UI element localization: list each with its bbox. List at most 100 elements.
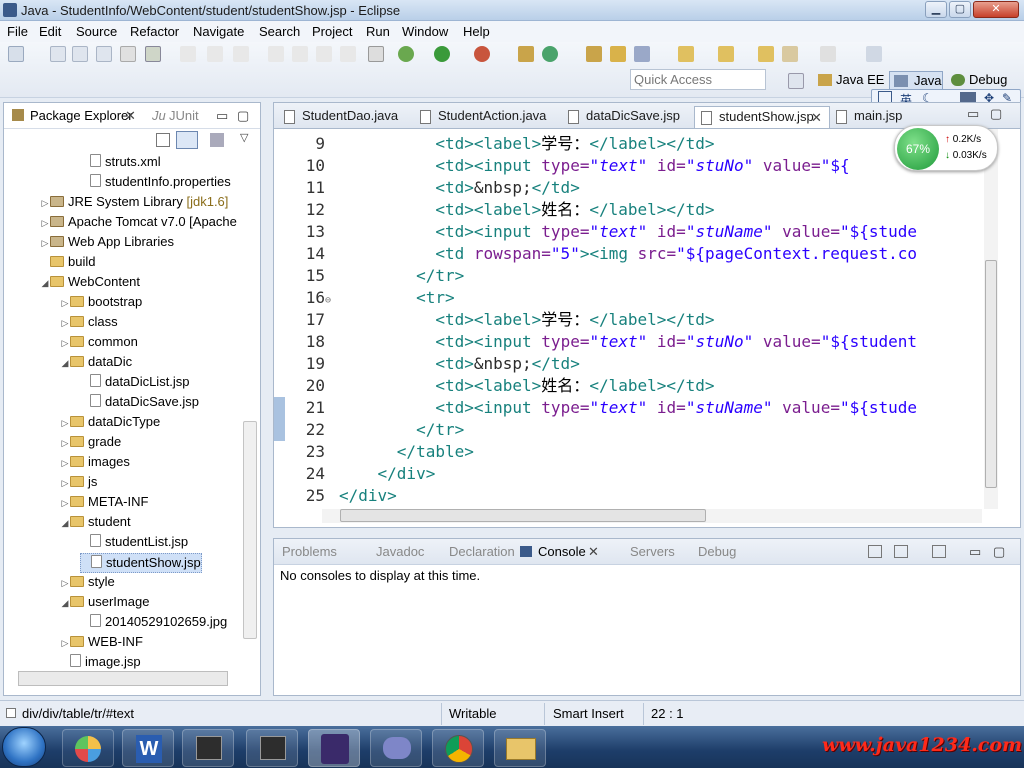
collapsed-arrow-icon[interactable]: ▷ [60, 494, 70, 512]
tab-debug[interactable]: Debug [698, 544, 736, 559]
step-icon[interactable] [233, 46, 249, 62]
tree-item[interactable]: ▷ WEB-INF [60, 633, 143, 653]
tree-item[interactable]: ◢ WebContent [40, 273, 141, 293]
horizontal-scrollbar[interactable] [18, 671, 228, 686]
app-shark-icon[interactable] [370, 729, 422, 767]
save-icon[interactable] [50, 46, 66, 62]
menu-search[interactable]: Search [259, 24, 300, 39]
tab-studentdao-java[interactable]: StudentDao.java [278, 106, 414, 128]
file-explorer-icon[interactable] [494, 729, 546, 767]
link-with-editor-icon[interactable] [176, 131, 198, 149]
collapse-all-icon[interactable] [156, 133, 170, 147]
debug-icon[interactable] [398, 46, 414, 62]
new-java-package-icon[interactable] [518, 46, 534, 62]
start-button[interactable] [2, 727, 46, 767]
maximize-editor-icon[interactable]: ▢ [990, 106, 1002, 122]
close-tab-icon[interactable]: ✕ [811, 110, 822, 126]
expanded-arrow-icon[interactable]: ◢ [60, 354, 70, 372]
collapsed-arrow-icon[interactable]: ▷ [60, 434, 70, 452]
tree-item[interactable]: ▷ class [60, 313, 118, 333]
resume-icon[interactable] [268, 46, 284, 62]
code-editor[interactable]: 9 <td><label>学号：</label></td> 10 <td><inp… [274, 129, 984, 509]
maximize-view-icon[interactable]: ▢ [237, 108, 249, 124]
new-icon[interactable] [8, 46, 24, 62]
menu-navigate[interactable]: Navigate [193, 24, 244, 39]
tree-item[interactable]: studentShow.jsp [80, 553, 202, 573]
open-console-icon[interactable] [868, 545, 882, 558]
terminal-2-icon[interactable] [246, 729, 298, 767]
minimize-view-icon[interactable]: ▭ [216, 108, 228, 124]
tree-item[interactable]: studentList.jsp [80, 533, 188, 553]
chevron-down-icon[interactable]: ▽ [240, 131, 248, 144]
tree-item[interactable]: ▷ JRE System Library [jdk1.6] [40, 193, 229, 213]
back-icon[interactable] [782, 46, 798, 62]
tab-problems[interactable]: Problems [282, 544, 337, 559]
menu-file[interactable]: File [7, 24, 28, 39]
skip-breakpoints-icon[interactable] [368, 46, 384, 62]
tree-item[interactable]: ▷ grade [60, 433, 122, 453]
collapsed-arrow-icon[interactable]: ▷ [40, 234, 50, 252]
collapsed-arrow-icon[interactable]: ▷ [60, 314, 70, 332]
expanded-arrow-icon[interactable]: ◢ [60, 514, 70, 532]
network-speed-widget[interactable]: 67% ↑ 0.2K/s ↓ 0.03K/s [894, 125, 998, 171]
tab-servers[interactable]: Servers [630, 544, 675, 559]
maximize-button[interactable]: ▢ [949, 1, 971, 18]
suspend-icon[interactable] [292, 46, 308, 62]
collapsed-arrow-icon[interactable]: ▷ [60, 334, 70, 352]
tab-javadoc[interactable]: Javadoc [376, 544, 424, 559]
next-annotation-icon[interactable] [678, 46, 694, 62]
menu-help[interactable]: Help [463, 24, 490, 39]
perspective-java[interactable]: Java [889, 71, 943, 91]
tab-console[interactable]: Console [538, 544, 586, 559]
collapsed-arrow-icon[interactable]: ▷ [60, 634, 70, 652]
external-tools-icon[interactable] [474, 46, 490, 62]
new-console-icon[interactable] [932, 545, 946, 558]
eclipse-java-ee-icon[interactable] [308, 729, 360, 767]
new-class-icon[interactable] [542, 46, 558, 62]
tab-studentshow-jsp[interactable]: studentShow.jsp ✕ [694, 106, 830, 128]
tree-item[interactable]: 20140529102659.jpg [80, 613, 227, 633]
tree-item[interactable]: ▷ Apache Tomcat v7.0 [Apache [40, 213, 237, 233]
save-all-icon[interactable] [72, 46, 88, 62]
view-menu-icon[interactable] [210, 133, 224, 147]
collapsed-arrow-icon[interactable]: ▷ [60, 294, 70, 312]
menu-source[interactable]: Source [76, 24, 117, 39]
tools-icon[interactable] [145, 46, 161, 62]
collapsed-arrow-icon[interactable]: ▷ [60, 454, 70, 472]
print-icon[interactable] [96, 46, 112, 62]
menu-refactor[interactable]: Refactor [130, 24, 179, 39]
tab-studentaction-java[interactable]: StudentAction.java [414, 106, 562, 128]
maximize-view-icon[interactable]: ▢ [993, 544, 1005, 560]
minimize-view-icon[interactable]: ▭ [969, 544, 981, 560]
wps-writer-icon[interactable]: W [122, 729, 174, 767]
forward-icon[interactable] [820, 46, 836, 62]
tree-item[interactable]: studentInfo.properties [80, 173, 231, 193]
expanded-arrow-icon[interactable]: ◢ [40, 274, 50, 292]
perspective-java-ee[interactable]: Java EE [816, 71, 884, 91]
previous-annotation-icon[interactable] [718, 46, 734, 62]
search-icon[interactable] [634, 46, 650, 62]
tree-item[interactable]: dataDicList.jsp [80, 373, 190, 393]
tree-item[interactable]: ▷ common [60, 333, 138, 353]
properties-icon[interactable] [120, 46, 136, 62]
open-perspective-icon[interactable] [788, 73, 804, 89]
media-player-icon[interactable] [62, 729, 114, 767]
tree-item[interactable]: ▷ js [60, 473, 98, 493]
tree-item[interactable]: ▷ dataDicType [60, 413, 161, 433]
tree-item[interactable]: dataDicSave.jsp [80, 393, 199, 413]
perspective-debug[interactable]: Debug [949, 71, 1007, 91]
tree-item[interactable]: ◢ student [60, 513, 131, 533]
menu-edit[interactable]: Edit [39, 24, 61, 39]
collapsed-arrow-icon[interactable]: ▷ [40, 194, 50, 212]
display-console-icon[interactable] [894, 545, 908, 558]
menu-run[interactable]: Run [366, 24, 390, 39]
tree-item[interactable]: ▷ META-INF [60, 493, 149, 513]
quick-access-input[interactable]: Quick Access [630, 69, 766, 90]
tab-declaration[interactable]: Declaration [449, 544, 515, 559]
minimize-editor-icon[interactable]: ▭ [967, 106, 979, 122]
close-tab-icon[interactable]: ✕ [588, 544, 599, 560]
last-edit-icon[interactable] [758, 46, 774, 62]
tree-item[interactable]: ▷ images [60, 453, 130, 473]
minimize-button[interactable]: ▁ [925, 1, 947, 18]
terminate-icon[interactable] [316, 46, 332, 62]
